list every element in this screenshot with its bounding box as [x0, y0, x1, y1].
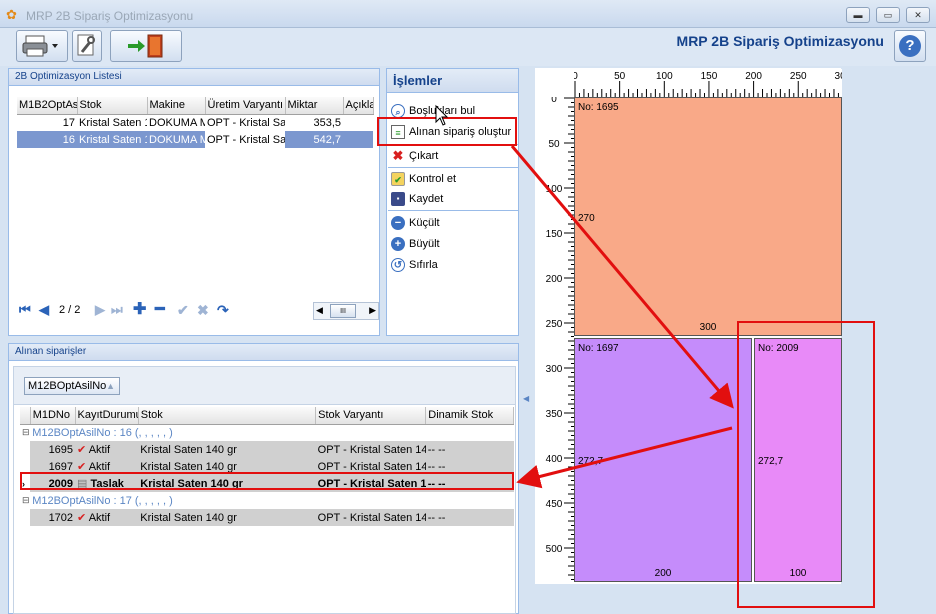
arrow-to-row — [516, 426, 733, 489]
mouse-cursor-icon — [435, 104, 449, 126]
annotation-arrows — [435, 104, 734, 489]
arrow-to-piece — [510, 145, 734, 409]
